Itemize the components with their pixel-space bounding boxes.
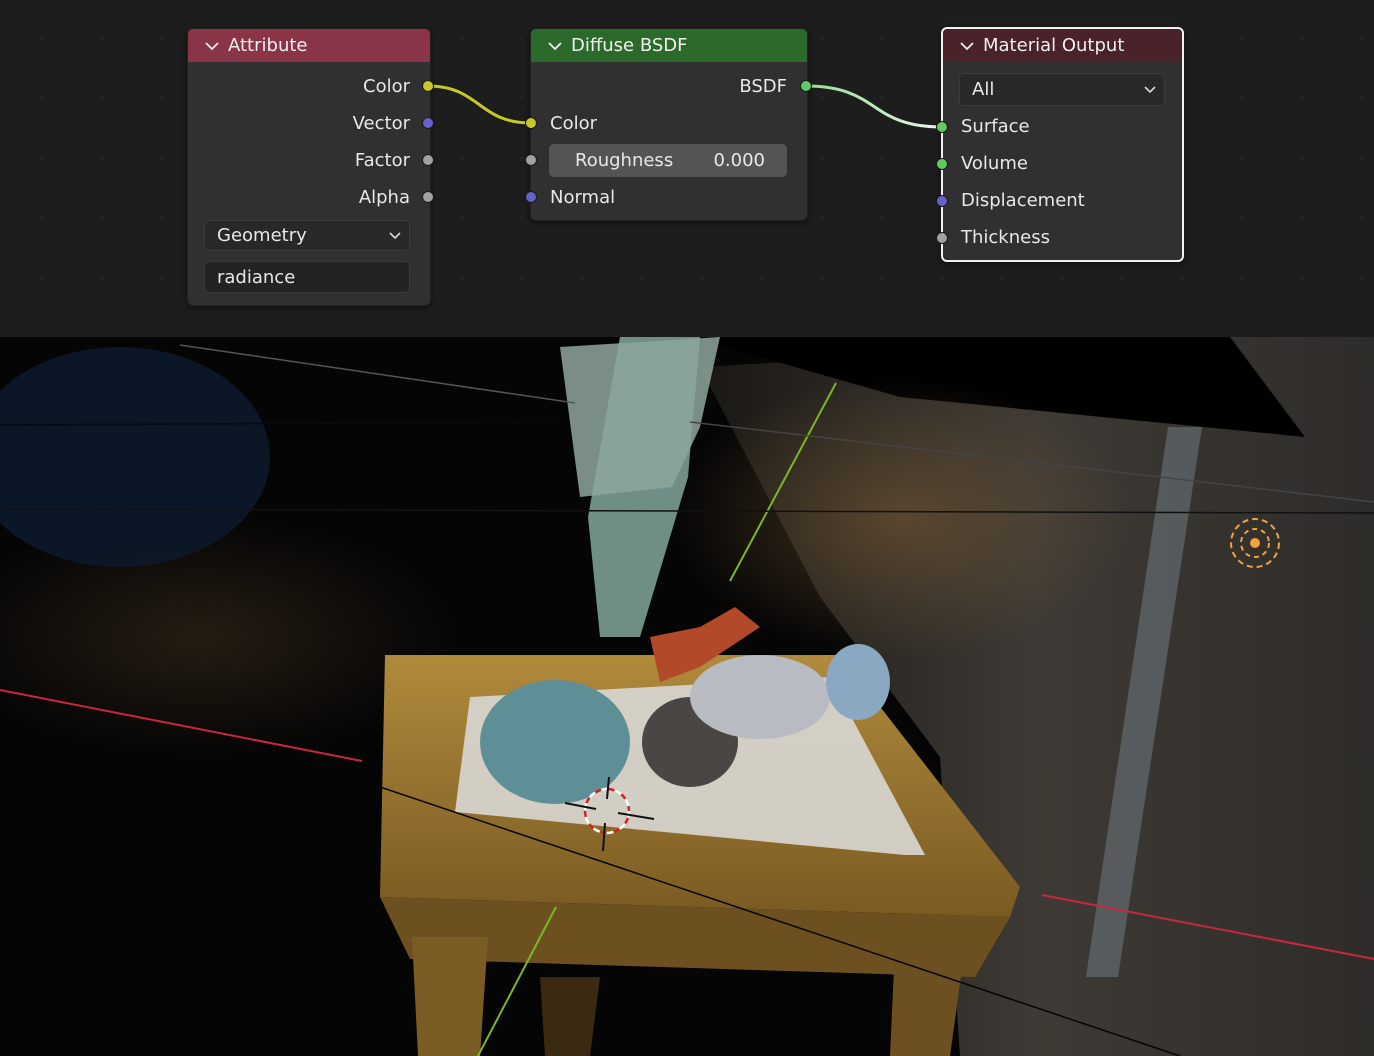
chevron-down-icon [1144,85,1156,93]
output-target-value: All [972,79,995,100]
table-leg-left [412,937,488,1056]
input-label-color: Color [550,113,597,134]
node-editor[interactable]: Attribute Color Vector Factor Alpha Geom… [0,0,1374,337]
output-node-header[interactable]: Material Output [943,29,1182,62]
diffuse-bsdf-node[interactable]: Diffuse BSDF BSDF Color Roughness 0.000 … [530,28,808,221]
diffuse-node-header[interactable]: Diffuse BSDF [531,29,807,62]
output-label-factor: Factor [354,150,410,171]
input-label-normal: Normal [550,187,616,208]
3d-viewport[interactable] [0,337,1374,1056]
light-dot [1250,538,1260,548]
attribute-type-value: Geometry [217,225,307,246]
attribute-name-field[interactable]: radiance [204,261,410,293]
attribute-node-header[interactable]: Attribute [188,29,430,62]
link-bsdf-to-surface[interactable] [805,84,943,129]
socket-surface-input[interactable] [936,121,948,133]
chevron-down-icon[interactable] [204,38,220,54]
socket-alpha-output[interactable] [422,191,434,203]
socket-volume-input[interactable] [936,158,948,170]
figurine-white [690,655,830,739]
chevron-down-icon [389,231,401,239]
chevron-down-icon[interactable] [547,38,563,54]
input-label-displacement: Displacement [961,190,1085,211]
socket-displacement-input[interactable] [936,195,948,207]
diffuse-node-title: Diffuse BSDF [571,35,688,56]
output-target-select[interactable]: All [959,73,1165,106]
material-output-node[interactable]: Material Output All Surface Volume Displ… [941,27,1184,262]
socket-roughness-input[interactable] [525,154,537,166]
roughness-label: Roughness [575,150,674,171]
input-label-volume: Volume [961,153,1028,174]
roughness-value: 0.000 [713,150,765,171]
input-label-surface: Surface [961,116,1030,137]
table-leg-right [890,947,965,1056]
output-node-title: Material Output [983,35,1125,56]
point-cloud-scene [0,337,1374,1056]
output-label-color: Color [363,76,410,97]
input-label-thickness: Thickness [961,227,1050,248]
output-label-vector: Vector [352,113,410,134]
output-label-alpha: Alpha [358,187,410,208]
chevron-down-icon[interactable] [959,38,975,54]
socket-color-input[interactable] [525,117,537,129]
figurine-blue [826,644,890,720]
attribute-name-value: radiance [217,266,296,288]
socket-thickness-input[interactable] [936,232,948,244]
socket-normal-input[interactable] [525,191,537,203]
socket-bsdf-output[interactable] [800,80,812,92]
socket-vector-output[interactable] [422,117,434,129]
attribute-node-title: Attribute [228,35,308,56]
table-leg-back [540,977,600,1056]
output-label-bsdf: BSDF [739,76,787,97]
roughness-slider[interactable]: Roughness 0.000 [549,144,787,177]
attribute-node[interactable]: Attribute Color Vector Factor Alpha Geom… [187,28,431,306]
link-color-to-color[interactable] [427,84,532,125]
socket-factor-output[interactable] [422,154,434,166]
attribute-type-select[interactable]: Geometry [204,220,410,251]
socket-color-output[interactable] [422,80,434,92]
